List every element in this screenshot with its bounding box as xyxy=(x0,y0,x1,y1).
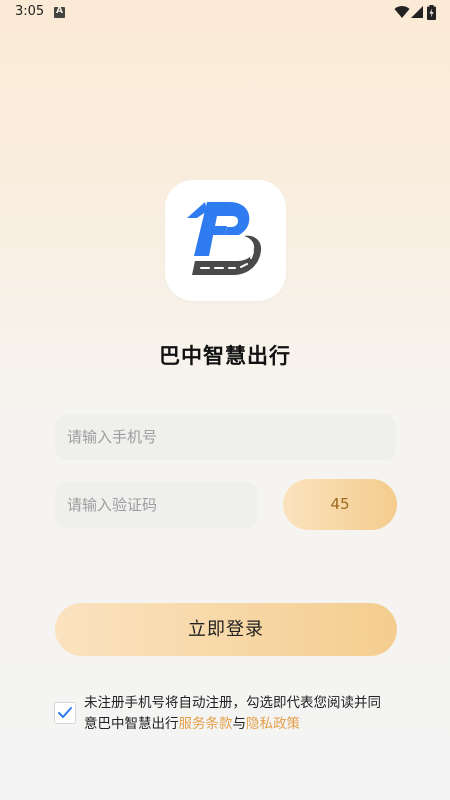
wifi-icon xyxy=(394,6,410,19)
countdown-button[interactable]: 45 xyxy=(283,479,397,530)
phone-input-container xyxy=(55,414,396,460)
agreement-checkbox[interactable] xyxy=(54,702,76,724)
app-logo xyxy=(165,180,286,301)
battery-icon xyxy=(427,5,436,20)
code-input-container xyxy=(55,482,258,528)
status-time: 3:05 xyxy=(15,4,45,19)
a-icon: A xyxy=(54,6,65,18)
status-bar: 3:05 A xyxy=(0,0,450,26)
signal-icon xyxy=(411,6,423,18)
login-button[interactable]: 立即登录 xyxy=(55,603,397,656)
verification-code-input[interactable] xyxy=(55,482,258,528)
app-logo-b-road-icon xyxy=(187,202,262,275)
service-terms-link[interactable]: 服务条款 xyxy=(179,716,233,732)
app-title: 巴中智慧出行 xyxy=(159,344,291,368)
phone-input[interactable] xyxy=(55,414,396,460)
privacy-policy-link[interactable]: 隐私政策 xyxy=(246,716,300,732)
agreement-conjunction: 与 xyxy=(232,716,247,732)
check-icon xyxy=(58,707,72,718)
agreement-text: 未注册手机号将自动注册，勾选即代表您阅读并同意巴中智慧出行服务条款与隐私政策 xyxy=(84,693,394,735)
